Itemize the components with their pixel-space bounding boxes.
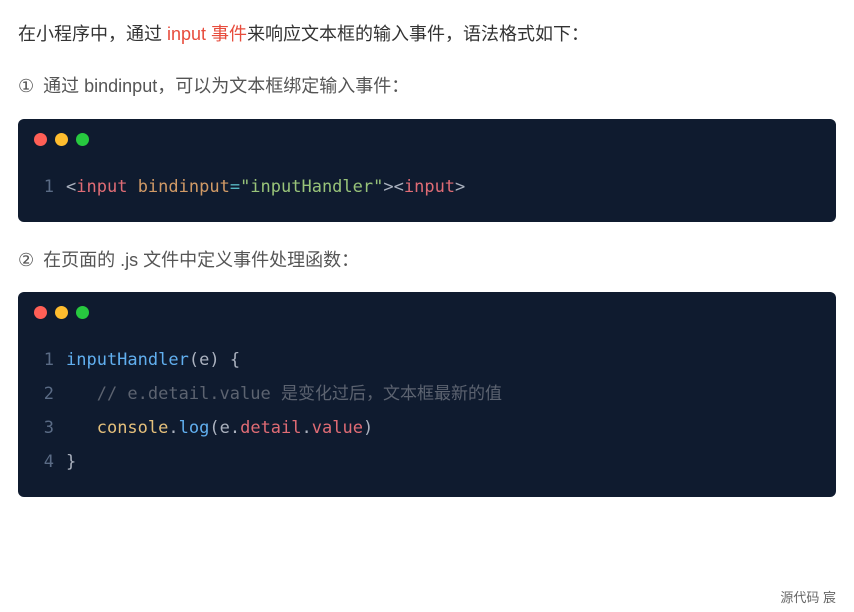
intro-highlight: input 事件	[167, 24, 247, 44]
minimize-icon	[55, 133, 68, 146]
code-2-content: 1inputHandler(e) {2 // e.detail.value 是变…	[18, 329, 836, 479]
step-1-heading: ① 通过 bindinput，可以为文本框绑定输入事件：	[18, 70, 836, 102]
maximize-icon	[76, 133, 89, 146]
maximize-icon	[76, 306, 89, 319]
code-text: }	[66, 445, 76, 479]
code-line: 3 console.log(e.detail.value)	[18, 411, 836, 445]
code-text: // e.detail.value 是变化过后，文本框最新的值	[66, 377, 502, 411]
code-1-content: 1 <input bindinput="inputHandler"><input>	[18, 156, 836, 204]
code-text: <input bindinput="inputHandler"><input>	[66, 170, 465, 204]
line-number: 4	[34, 445, 54, 479]
line-number: 3	[34, 411, 54, 445]
code-line: 4}	[18, 445, 836, 479]
intro-pre: 在小程序中，通过	[18, 24, 167, 44]
step-1-text: 通过 bindinput，可以为文本框绑定输入事件：	[38, 76, 409, 96]
step-2-text: 在页面的 .js 文件中定义事件处理函数：	[38, 250, 359, 270]
intro-post: 来响应文本框的输入事件，语法格式如下：	[247, 24, 589, 44]
line-number: 1	[34, 343, 54, 377]
step-2-heading: ② 在页面的 .js 文件中定义事件处理函数：	[18, 244, 836, 276]
traffic-lights	[18, 292, 836, 329]
close-icon	[34, 133, 47, 146]
line-number: 1	[34, 170, 54, 204]
code-line: 2 // e.detail.value 是变化过后，文本框最新的值	[18, 377, 836, 411]
code-line: 1 inputHandler(e) {	[18, 343, 836, 377]
code-text: console.log(e.detail.value)	[66, 411, 373, 445]
traffic-lights	[18, 119, 836, 156]
close-icon	[34, 306, 47, 319]
code-text: inputHandler(e) {	[66, 343, 240, 377]
intro-paragraph: 在小程序中，通过 input 事件来响应文本框的输入事件，语法格式如下：	[18, 18, 836, 50]
footer-credit: 源代码 宸	[780, 587, 836, 606]
code-line: 1 <input bindinput="inputHandler"><input>	[18, 170, 836, 204]
code-block-1: 1 <input bindinput="inputHandler"><input>	[18, 119, 836, 222]
step-1-number: ①	[18, 70, 34, 102]
step-2-number: ②	[18, 244, 34, 276]
code-block-2: 1inputHandler(e) {2 // e.detail.value 是变…	[18, 292, 836, 497]
minimize-icon	[55, 306, 68, 319]
line-number: 2	[34, 377, 54, 411]
